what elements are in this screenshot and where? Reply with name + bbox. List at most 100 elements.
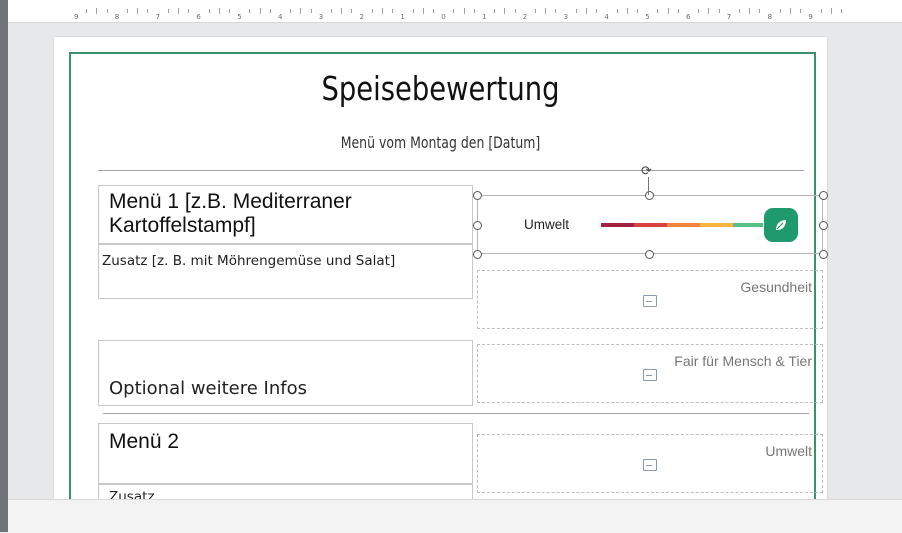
resize-handle-w[interactable] — [473, 221, 482, 230]
ruler-tick — [473, 9, 475, 13]
ruler-tick — [147, 9, 149, 13]
rating-label-fair: Fair für Mensch & Tier — [674, 353, 812, 369]
ruler-tick — [178, 8, 179, 14]
resize-handle-sw[interactable] — [473, 250, 482, 259]
scale-segment-1 — [601, 223, 634, 227]
ruler-tick — [759, 9, 761, 13]
ruler-tick — [392, 9, 394, 13]
ruler-number: 4 — [604, 13, 609, 21]
health-rating-box[interactable]: Gesundheit — [477, 270, 823, 329]
ruler-tick — [514, 9, 516, 13]
menu1-addon: Zusatz [z. B. mit Möhrengemüse und Salat… — [102, 253, 396, 269]
image-placeholder-icon — [643, 295, 657, 307]
ruler-tick — [841, 9, 842, 13]
rotate-handle-stem — [648, 177, 649, 195]
resize-handle-nw[interactable] — [473, 191, 482, 200]
image-placeholder-icon — [643, 459, 657, 471]
ruler-tick — [637, 9, 638, 13]
ruler-number: 5 — [237, 13, 242, 21]
scale-segment-3 — [667, 223, 700, 227]
rotate-handle-icon[interactable]: ⟳ — [641, 164, 655, 178]
menu1-addon-box[interactable]: Zusatz [z. B. mit Möhrengemüse und Salat… — [98, 244, 473, 299]
ruler-tick — [259, 8, 261, 14]
ruler-tick — [218, 8, 220, 14]
menu2-title: Menü 2 — [109, 430, 180, 453]
ruler-tick — [106, 9, 108, 13]
resize-handle-e[interactable] — [819, 221, 828, 230]
ruler-number: 2 — [359, 13, 365, 21]
menu2-addon-box[interactable]: Zusatz — [98, 484, 473, 499]
page-subtitle[interactable]: Menü vom Montag den [Datum] — [139, 133, 742, 152]
ruler-number: 4 — [278, 13, 283, 21]
resize-handle-ne[interactable] — [819, 191, 828, 200]
resize-handle-s[interactable] — [645, 250, 654, 259]
ruler-tick — [555, 9, 557, 13]
fair-rating-box[interactable]: Fair für Mensch & Tier — [477, 344, 823, 403]
ruler-tick — [290, 9, 292, 13]
ruler-tick — [229, 9, 230, 13]
window-frame — [0, 0, 8, 532]
ruler-tick — [667, 8, 669, 14]
ruler-number: 1 — [482, 13, 487, 21]
ruler-number: 6 — [196, 13, 201, 21]
ruler-number: 2 — [522, 13, 528, 21]
ruler-tick — [790, 8, 791, 14]
ruler-number: 6 — [686, 13, 691, 21]
image-placeholder-icon — [643, 369, 657, 381]
rating-label-selected: Umwelt — [524, 217, 570, 232]
page-title[interactable]: Speisebewertung — [120, 69, 762, 108]
ruler-tick — [739, 9, 740, 13]
ruler-number: 9 — [808, 13, 813, 21]
divider-line — [98, 170, 804, 171]
ruler-tick — [463, 8, 465, 14]
ruler-tick — [718, 9, 720, 13]
optional-info-box[interactable]: Optional weitere Infos — [98, 340, 473, 406]
ruler-tick — [96, 8, 98, 14]
ruler-number: 3 — [563, 13, 569, 21]
ruler-tick — [779, 9, 781, 13]
ruler-number: 5 — [645, 13, 650, 21]
scale-segment-4 — [700, 223, 733, 227]
ruler-tick — [86, 9, 88, 13]
ruler-tick — [208, 9, 210, 13]
ruler-tick — [698, 9, 700, 13]
ruler-tick — [820, 9, 822, 13]
ruler-tick — [800, 9, 802, 13]
ruler-tick — [269, 9, 271, 13]
ruler-tick — [351, 9, 353, 13]
scale-segment-5 — [733, 223, 763, 227]
ruler-tick — [494, 9, 496, 13]
ruler-tick — [830, 8, 832, 14]
status-bar — [8, 499, 902, 533]
ruler-tick — [749, 8, 751, 14]
resize-handle-n[interactable] — [645, 191, 654, 200]
ruler-number: 3 — [318, 13, 324, 21]
environment-rating-box[interactable]: Umwelt — [477, 434, 823, 493]
menu2-addon: Zusatz — [109, 489, 155, 499]
ruler-tick — [300, 8, 302, 14]
ruler-number: 0 — [441, 13, 446, 21]
menu2-title-box[interactable]: Menü 2 — [98, 423, 473, 484]
ruler-tick — [249, 9, 251, 13]
ruler-tick — [575, 9, 577, 13]
rating-label-environment: Umwelt — [765, 443, 812, 459]
ruler-tick — [422, 8, 424, 14]
ruler-tick — [596, 9, 598, 13]
ruler-number: 7 — [726, 13, 732, 21]
ruler-tick — [310, 9, 312, 13]
rating-label-health: Gesundheit — [740, 279, 812, 295]
resize-handle-se[interactable] — [819, 250, 828, 259]
ruler-tick — [137, 8, 139, 14]
document-canvas: Speisebewertung Menü vom Montag den [Dat… — [8, 23, 902, 499]
ruler-tick — [127, 9, 128, 13]
ruler-tick — [708, 8, 710, 14]
ruler-tick — [616, 9, 618, 13]
ruler-number: 8 — [767, 13, 773, 21]
ruler-tick — [504, 8, 506, 14]
ruler-tick — [535, 9, 536, 13]
selected-rating-box[interactable]: Umwelt — [477, 195, 823, 254]
menu1-title: Menü 1 [z.B. Mediterraner Kartoffelstamp… — [109, 190, 352, 237]
divider-line — [103, 413, 809, 414]
menu1-title-box[interactable]: Menü 1 [z.B. Mediterraner Kartoffelstamp… — [98, 185, 473, 244]
horizontal-ruler[interactable]: 9 8 7 6 5 4 3 2 1 0 1 2 3 4 5 6 7 8 9 — [8, 0, 902, 23]
